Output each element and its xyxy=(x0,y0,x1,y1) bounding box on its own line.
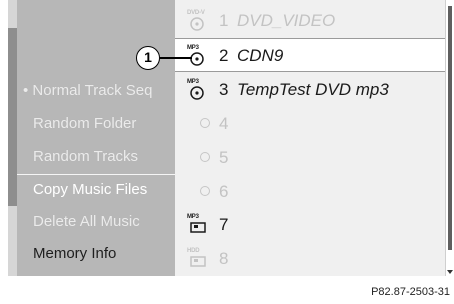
track-number: 4 xyxy=(219,114,229,133)
figure-code: P82.87-2503-31 xyxy=(371,286,450,298)
track-number: 8 xyxy=(219,249,229,268)
track-list: DVD-V 1 DVD_VIDEO MP3 2 CDN9 MP3 3 TempT… xyxy=(175,0,445,276)
track-row[interactable]: 6 xyxy=(175,175,445,209)
memory-card-icon: MP3 xyxy=(187,214,211,236)
track-row[interactable]: 5 xyxy=(175,141,445,175)
menu-item-label: Random Folder xyxy=(33,115,137,132)
track-number: 5 xyxy=(219,148,229,167)
menu-item-delete-all-music[interactable]: Delete All Music xyxy=(17,207,185,237)
menu-item-random-folder[interactable]: Random Folder xyxy=(17,109,185,139)
callout-marker: 1 xyxy=(136,46,160,70)
icon-caption: MP3 xyxy=(187,79,199,85)
menu-item-label: Delete All Music xyxy=(33,213,140,230)
track-number: 1 xyxy=(219,11,229,30)
icon-caption: MP3 xyxy=(187,214,199,220)
media-screen: • Normal Track Seq Random Folder Random … xyxy=(8,0,454,276)
disc-icon: DVD-V xyxy=(187,10,211,32)
track-row[interactable]: DVD-V 1 DVD_VIDEO xyxy=(175,4,445,38)
track-number: 3 xyxy=(219,80,229,99)
track-title: TempTest DVD mp3 xyxy=(237,80,389,99)
scrollbar[interactable] xyxy=(445,0,454,276)
scroll-down-icon[interactable] xyxy=(447,270,453,274)
left-edge-shade xyxy=(8,28,17,206)
options-menu: • Normal Track Seq Random Folder Random … xyxy=(17,0,185,276)
empty-slot-icon xyxy=(200,186,210,196)
track-row[interactable]: 4 xyxy=(175,107,445,141)
empty-slot-icon xyxy=(200,152,210,162)
icon-caption: HDD xyxy=(187,248,200,254)
icon-caption: MP3 xyxy=(187,45,199,51)
track-title: DVD_VIDEO xyxy=(237,11,336,30)
menu-item-label: • Normal Track Seq xyxy=(23,82,153,99)
track-title: CDN9 xyxy=(237,46,284,65)
scroll-thumb[interactable] xyxy=(448,6,452,250)
menu-item-normal-track-sequence[interactable]: • Normal Track Seq xyxy=(17,76,185,106)
track-number: 6 xyxy=(219,182,229,201)
icon-caption: DVD-V xyxy=(187,10,205,16)
disc-icon: MP3 xyxy=(187,79,211,101)
track-row-selected[interactable]: MP3 2 CDN9 xyxy=(175,38,445,72)
menu-item-memory-info[interactable]: Memory Info xyxy=(17,239,185,269)
menu-item-copy-music-files[interactable]: Copy Music Files xyxy=(17,174,185,205)
track-row[interactable]: HDD 8 xyxy=(175,242,445,276)
track-number: 2 xyxy=(219,46,229,65)
menu-item-label: Random Tracks xyxy=(33,148,139,165)
menu-item-label: Copy Music Files xyxy=(33,181,148,198)
track-number: 7 xyxy=(219,215,229,234)
menu-item-random-tracks[interactable]: Random Tracks xyxy=(17,142,185,172)
left-edge xyxy=(8,0,17,276)
disc-icon: MP3 xyxy=(187,45,211,67)
callout-leader-line xyxy=(160,57,192,59)
menu-item-label: Memory Info xyxy=(33,245,117,262)
memory-card-icon: HDD xyxy=(187,248,211,270)
track-row[interactable]: MP3 3 TempTest DVD mp3 xyxy=(175,73,445,107)
track-row[interactable]: MP3 7 xyxy=(175,208,445,242)
empty-slot-icon xyxy=(200,118,210,128)
